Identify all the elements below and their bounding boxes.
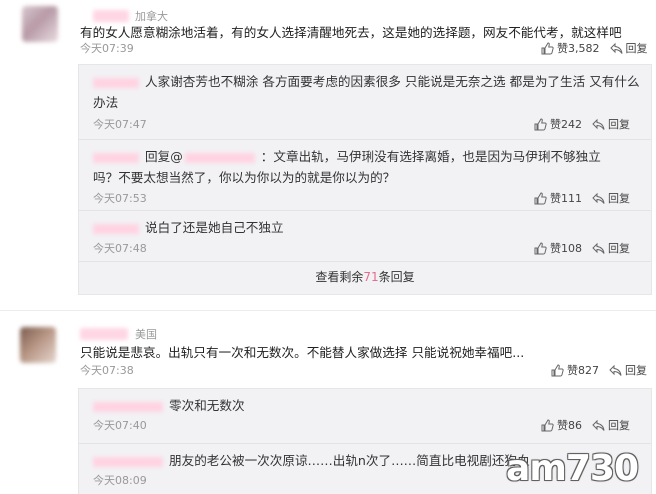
like-count[interactable]: 赞108 [550,240,582,256]
reply-button[interactable]: 回复 [608,417,630,433]
comment-text: 只能说是悲哀。出轨只有一次和无数次。不能替人家做选择 只能说祝她幸福吧... [80,345,525,360]
like-count[interactable]: 赞3,582 [557,40,600,56]
reply-time: 今天07:53 [93,192,147,205]
reply-actions: 赞108 回复 [534,240,630,256]
thumb-up-icon[interactable] [541,41,554,55]
username[interactable] [80,328,128,340]
watermark-logo: am730 [506,448,639,489]
comment-time: 今天07:38 [80,364,134,377]
thumb-up-icon[interactable] [534,241,547,255]
avatar[interactable] [20,327,56,363]
like-count[interactable]: 赞242 [550,116,582,132]
user-location: 美国 [135,328,157,341]
reply-arrow-icon[interactable] [609,42,623,55]
mentioned-user[interactable] [184,152,255,163]
view-more-prefix: 查看剩余 [315,270,364,284]
reply-arrow-icon[interactable] [592,118,605,131]
reply-button[interactable]: 回复 [608,190,630,206]
reply-text: 朋友的老公被一次次原谅……出轨n次了……简直比电视剧还狗血 [169,453,530,468]
reply-text: 办法 [93,95,119,110]
reply-time: 今天07:40 [93,419,147,432]
reply-button[interactable]: 回复 [625,362,647,378]
thumb-up-icon[interactable] [534,191,547,205]
list-item: 说白了还是她自己不独立 今天07:48 赞108 回复 [79,210,651,255]
list-item: 零次和无数次 今天07:40 赞86 回复 [79,395,651,439]
reply-arrow-icon[interactable] [592,419,605,432]
reply-prefix: 回复@ [145,149,183,164]
reply-time: 今天07:48 [93,242,147,255]
divider [0,310,656,311]
view-more-row: 查看剩余71条回复 [79,261,651,294]
reply-text: 说白了还是她自己不独立 [145,220,284,235]
avatar[interactable] [22,6,58,42]
comment-actions: 赞3,582 回复 [541,40,648,56]
reply-username[interactable] [93,77,139,88]
comment-time: 今天07:39 [80,42,134,55]
like-count[interactable]: 赞827 [567,362,599,378]
reply-text: 人家谢杏芳也不糊涂 各方面要考虑的因素很多 只能说是无奈之选 都是为了生活 又有… [145,74,640,89]
thumb-up-icon[interactable] [534,117,547,131]
reply-arrow-icon[interactable] [609,364,622,377]
reply-actions: 赞111 回复 [534,190,630,206]
reply-username[interactable] [93,456,163,467]
list-item: 回复@ ：文章出轨，马伊琍没有选择离婚，也是因为马伊琍不够独立 吗？不要太想当然了… [79,139,651,206]
reply-username[interactable] [93,401,163,412]
reply-text: 零次和无数次 [169,398,245,413]
reply-actions: 赞242 回复 [534,116,630,132]
reply-arrow-icon[interactable] [592,192,605,205]
thumb-up-icon[interactable] [541,418,554,432]
reply-time: 今天07:47 [93,118,147,131]
remaining-count: 71 [363,270,379,284]
reply-username[interactable] [93,223,139,234]
username[interactable] [93,10,129,22]
reply-username[interactable] [93,152,139,163]
like-count[interactable]: 赞86 [557,417,582,433]
reply-button[interactable]: 回复 [626,40,648,56]
reply-arrow-icon[interactable] [592,242,605,255]
reply-thread: 人家谢杏芳也不糊涂 各方面要考虑的因素很多 只能说是无奈之选 都是为了生活 又有… [78,64,652,295]
reply-button[interactable]: 回复 [608,240,630,256]
comment-actions: 赞827 回复 [551,362,647,378]
reply-actions: 赞86 回复 [541,417,630,433]
thumb-up-icon[interactable] [551,363,564,377]
reply-button[interactable]: 回复 [608,116,630,132]
like-count[interactable]: 赞111 [550,190,582,206]
reply-time: 今天08:09 [93,474,147,487]
reply-text: ：文章出轨，马伊琍没有选择离婚，也是因为马伊琍不够独立 [260,149,601,164]
list-item: 人家谢杏芳也不糊涂 各方面要考虑的因素很多 只能说是无奈之选 都是为了生活 又有… [79,71,651,131]
reply-text: 吗？不要太想当然了，你以为你以为的就是你以为的？ [93,170,396,185]
view-more-replies-link[interactable]: 查看剩余71条回复 [79,268,651,285]
view-more-suffix: 条回复 [378,270,415,284]
